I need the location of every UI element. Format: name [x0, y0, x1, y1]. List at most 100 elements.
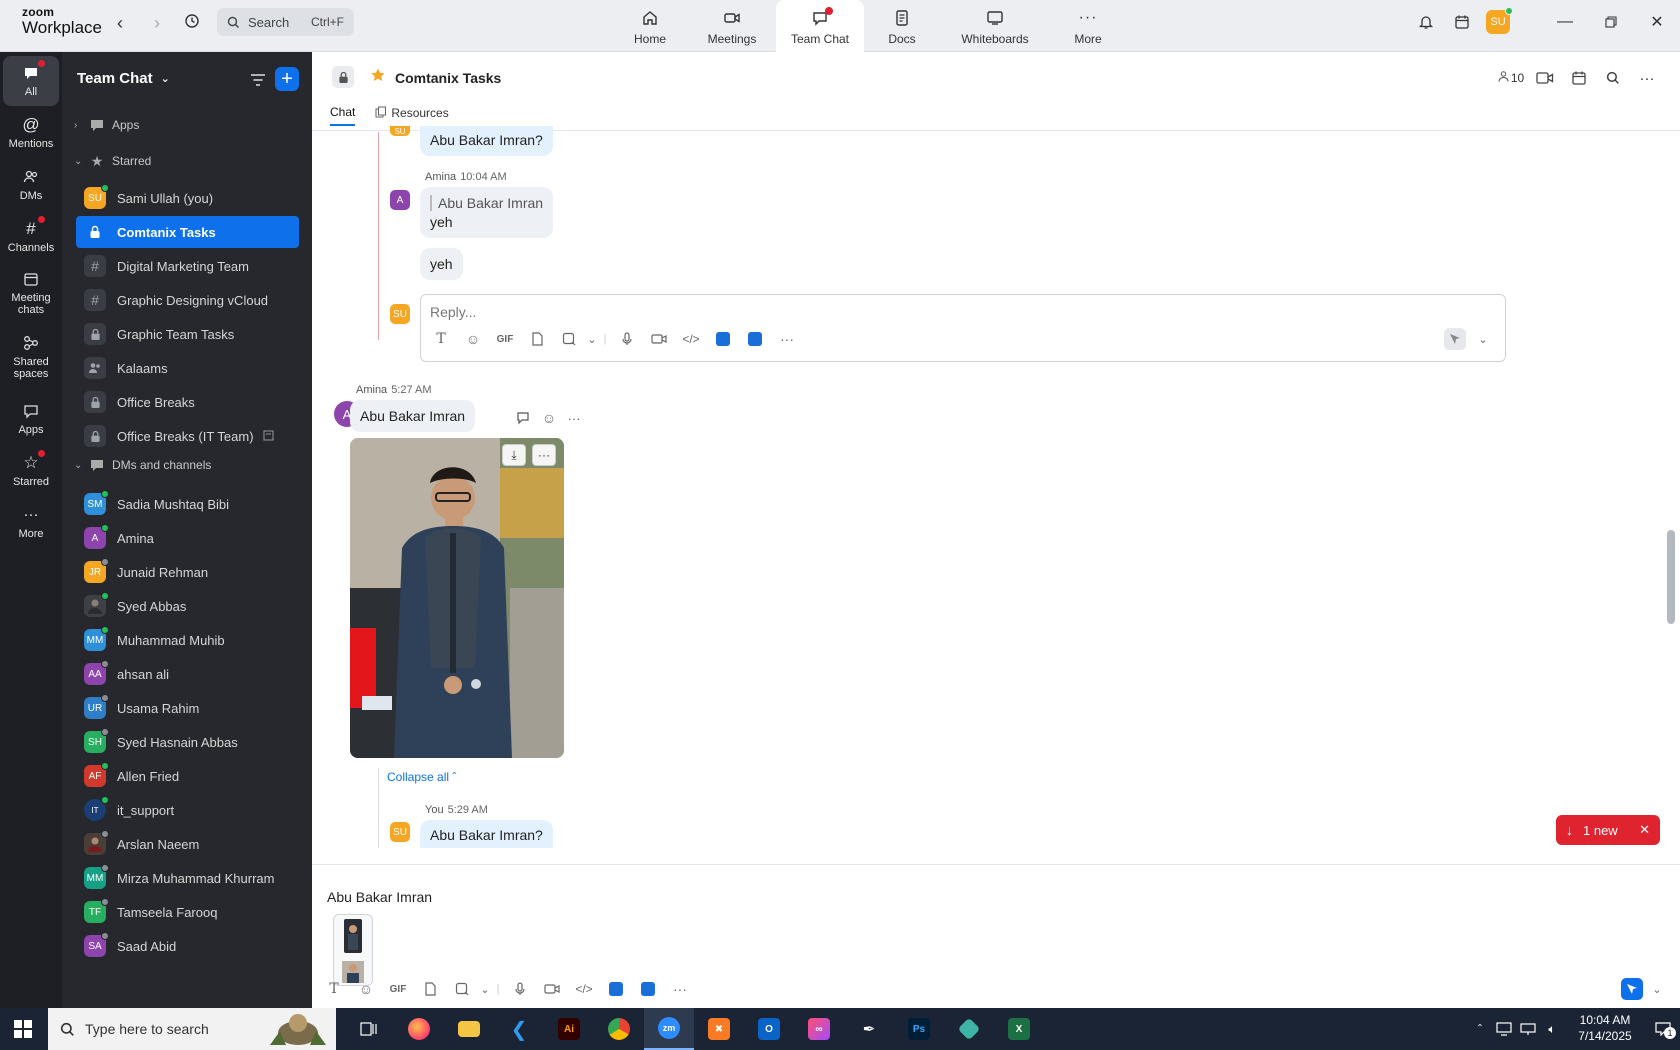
- notification-center-icon[interactable]: 1: [1646, 1017, 1680, 1041]
- network-icon[interactable]: [1516, 1017, 1540, 1041]
- sidebar-dm-item[interactable]: Syed Abbas: [76, 590, 299, 622]
- history-icon[interactable]: [180, 12, 204, 36]
- scrollbar[interactable]: [1667, 530, 1675, 624]
- rail-item-shared-spaces[interactable]: Shared spaces: [3, 328, 59, 386]
- message-bubble[interactable]: Abu Bakar Imran?: [420, 126, 553, 156]
- new-chat-button[interactable]: +: [275, 67, 299, 91]
- message-bubble[interactable]: yeh: [420, 248, 463, 280]
- sidebar-dm-item[interactable]: IT it_support: [76, 794, 299, 826]
- file-explorer-icon[interactable]: [444, 1008, 494, 1050]
- search-input[interactable]: Search Ctrl+F: [217, 8, 354, 36]
- calendar-icon[interactable]: [1562, 64, 1596, 92]
- app-icon[interactable]: [707, 327, 739, 351]
- illustrator-icon[interactable]: Ai: [544, 1008, 594, 1050]
- filter-icon[interactable]: [246, 68, 270, 92]
- microphone-icon[interactable]: [611, 327, 643, 351]
- bell-icon[interactable]: [1408, 4, 1444, 40]
- message-bubble[interactable]: Abu Bakar Imran?: [420, 820, 553, 848]
- chevron-up-icon[interactable]: ˆ: [1468, 1017, 1492, 1041]
- video-message-icon[interactable]: [643, 327, 675, 351]
- sidebar-dm-item[interactable]: UR Usama Rahim: [76, 692, 299, 724]
- section-starred[interactable]: ⌄ ★ Starred: [74, 150, 151, 172]
- vscode-icon[interactable]: ❮: [494, 1008, 544, 1050]
- sidebar-item-office-breaks[interactable]: Office Breaks: [76, 386, 299, 418]
- format-text-icon[interactable]: T: [425, 327, 457, 351]
- rail-item-channels[interactable]: # Channels: [3, 212, 59, 262]
- outlook-icon[interactable]: O: [744, 1008, 794, 1050]
- message-bubble[interactable]: Abu Bakar Imran yeh: [420, 187, 554, 238]
- taskbar-search-input[interactable]: Type here to search: [48, 1008, 336, 1050]
- back-arrow-icon[interactable]: ‹: [108, 12, 132, 36]
- rail-item-meeting-chats[interactable]: Meeting chats: [3, 264, 59, 322]
- sidebar-item-office-breaks-it[interactable]: Office Breaks (IT Team): [76, 420, 299, 452]
- emoji-icon[interactable]: ☺: [457, 327, 489, 351]
- tab-meetings[interactable]: Meetings: [688, 0, 776, 52]
- members-button[interactable]: 10: [1494, 64, 1528, 92]
- tab-whiteboards[interactable]: Whiteboards: [940, 0, 1050, 52]
- sidebar-dm-item[interactable]: JR Junaid Rehman: [76, 556, 299, 588]
- gif-button[interactable]: GIF: [489, 327, 521, 351]
- reply-input[interactable]: Reply... T ☺ GIF ⌄ | </> ··· ⌄: [420, 294, 1506, 362]
- download-icon[interactable]: ⤓: [502, 444, 526, 466]
- gif-button[interactable]: GIF: [382, 977, 414, 1001]
- collapse-all-link[interactable]: Collapse all ˆ: [387, 770, 456, 784]
- video-call-icon[interactable]: [1528, 64, 1562, 92]
- sidebar-item-graphic-team-tasks[interactable]: Graphic Team Tasks: [76, 318, 299, 350]
- volume-icon[interactable]: 🔈︎: [1540, 1017, 1564, 1041]
- more-icon[interactable]: ···: [562, 406, 586, 430]
- forward-arrow-icon[interactable]: ›: [145, 12, 169, 36]
- sidebar-dm-item[interactable]: SA Saad Abid: [76, 930, 299, 962]
- tab-docs[interactable]: Docs: [864, 0, 940, 52]
- close-icon[interactable]: ✕: [1639, 822, 1650, 838]
- sidebar-dm-item[interactable]: MM Muhammad Muhib: [76, 624, 299, 656]
- send-button[interactable]: [1621, 978, 1643, 1000]
- rail-item-apps[interactable]: Apps: [3, 394, 59, 444]
- channel-title[interactable]: Comtanix Tasks: [395, 70, 501, 86]
- sidebar-dm-item[interactable]: AF Allen Fried: [76, 760, 299, 792]
- clock[interactable]: 10:04 AM 7/14/2025: [1564, 1013, 1646, 1044]
- calendar-app-icon[interactable]: [1444, 4, 1480, 40]
- chrome-icon[interactable]: [594, 1008, 644, 1050]
- app-diamond-icon[interactable]: [944, 1008, 994, 1050]
- sidebar-item-comtanix-tasks[interactable]: Comtanix Tasks: [76, 216, 299, 248]
- file-icon[interactable]: [521, 327, 553, 351]
- chevron-down-icon[interactable]: ⌄: [1645, 977, 1669, 1001]
- sidebar-dm-item[interactable]: AA ahsan ali: [76, 658, 299, 690]
- new-messages-button[interactable]: ↓ 1 new ✕: [1556, 815, 1660, 845]
- code-icon[interactable]: </>: [568, 977, 600, 1001]
- chevron-down-icon[interactable]: ⌄: [585, 327, 599, 351]
- chevron-down-icon[interactable]: ⌄: [1471, 327, 1495, 351]
- emoji-icon[interactable]: ☺: [350, 977, 382, 1001]
- user-avatar[interactable]: SU: [1480, 4, 1516, 40]
- firefox-icon[interactable]: [394, 1008, 444, 1050]
- rail-item-dms[interactable]: DMs: [3, 160, 59, 210]
- rail-item-all[interactable]: All: [3, 56, 59, 106]
- star-filled-icon[interactable]: [370, 67, 386, 86]
- sidebar-dm-item[interactable]: SM Sadia Mushtaq Bibi: [76, 488, 299, 520]
- file-icon[interactable]: [414, 977, 446, 1001]
- app-icon[interactable]: [739, 327, 771, 351]
- sidebar-dm-item[interactable]: SH Syed Hasnain Abbas: [76, 726, 299, 758]
- more-icon[interactable]: ···: [532, 444, 556, 466]
- search-icon[interactable]: [1596, 64, 1630, 92]
- sidebar-item-kalaams[interactable]: Kalaams: [76, 352, 299, 384]
- rail-item-more[interactable]: ··· More: [3, 498, 59, 548]
- code-icon[interactable]: </>: [675, 327, 707, 351]
- screenshot-icon[interactable]: [553, 327, 585, 351]
- creative-cloud-icon[interactable]: ∞: [794, 1008, 844, 1050]
- more-icon[interactable]: ···: [771, 327, 803, 351]
- xampp-icon[interactable]: ✖: [694, 1008, 744, 1050]
- more-icon[interactable]: ···: [664, 977, 696, 1001]
- microphone-icon[interactable]: [504, 977, 536, 1001]
- sidebar-item-graphic-designing[interactable]: # Graphic Designing vCloud: [76, 284, 299, 316]
- reply-thread-icon[interactable]: [511, 406, 535, 430]
- minimize-icon[interactable]: —: [1542, 0, 1588, 44]
- sidebar-dm-item[interactable]: TF Tamseela Farooq: [76, 896, 299, 928]
- add-reaction-icon[interactable]: ☺: [537, 406, 561, 430]
- section-apps[interactable]: › Apps: [74, 114, 139, 136]
- sidebar-title[interactable]: Team Chat ⌄: [77, 70, 170, 87]
- restore-icon[interactable]: [1588, 0, 1634, 44]
- rail-item-mentions[interactable]: @ Mentions: [3, 108, 59, 158]
- photoshop-icon[interactable]: Ps: [894, 1008, 944, 1050]
- send-icon[interactable]: [1444, 328, 1466, 350]
